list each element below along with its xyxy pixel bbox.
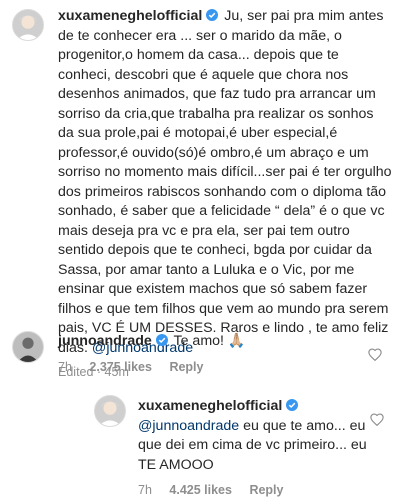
comment-time: 7h [58,359,72,374]
comment-meta: 7h 2.375 likes Reply [58,360,358,374]
post-caption: xuxameneghelofficial Ju, ser pai pra mim… [58,7,392,379]
comment-author-avatar[interactable] [12,331,44,363]
caption-body: Ju, ser pai pra mim antes de te conhecer… [58,8,392,356]
post-username[interactable]: xuxameneghelofficial [58,8,202,24]
heart-outline-icon[interactable] [368,348,382,361]
reply: xuxameneghelofficial @junnoandrade eu qu… [138,397,368,497]
reply-time: 7h [138,483,152,497]
post-author-avatar[interactable] [12,9,44,41]
comment-likes[interactable]: 2.375 likes [89,360,152,374]
reply-meta: 7h 4.425 likes Reply [138,483,368,497]
heart-outline-icon[interactable] [370,413,384,426]
comment: junnoandrade Te amo! 🙏🏼 7h 2.375 likes R… [58,332,358,374]
reply-author-avatar[interactable] [94,395,126,427]
verified-badge-icon [155,334,168,346]
comment-text: junnoandrade Te amo! 🙏🏼 [58,332,358,352]
reply-likes[interactable]: 4.425 likes [169,483,232,497]
reply-text: xuxameneghelofficial @junnoandrade eu qu… [138,397,368,475]
comment-body: Te amo! 🙏🏼 [169,333,246,349]
comment-reply-button[interactable]: Reply [169,360,203,374]
caption-text: xuxameneghelofficial Ju, ser pai pra mim… [58,7,392,358]
reply-reply-button[interactable]: Reply [249,483,283,497]
comment-username[interactable]: junnoandrade [58,333,152,349]
reply-username[interactable]: xuxameneghelofficial [138,398,282,414]
reply-mention[interactable]: @junnoandrade [138,418,239,434]
verified-badge-icon [206,9,219,21]
verified-badge-icon [286,399,299,411]
